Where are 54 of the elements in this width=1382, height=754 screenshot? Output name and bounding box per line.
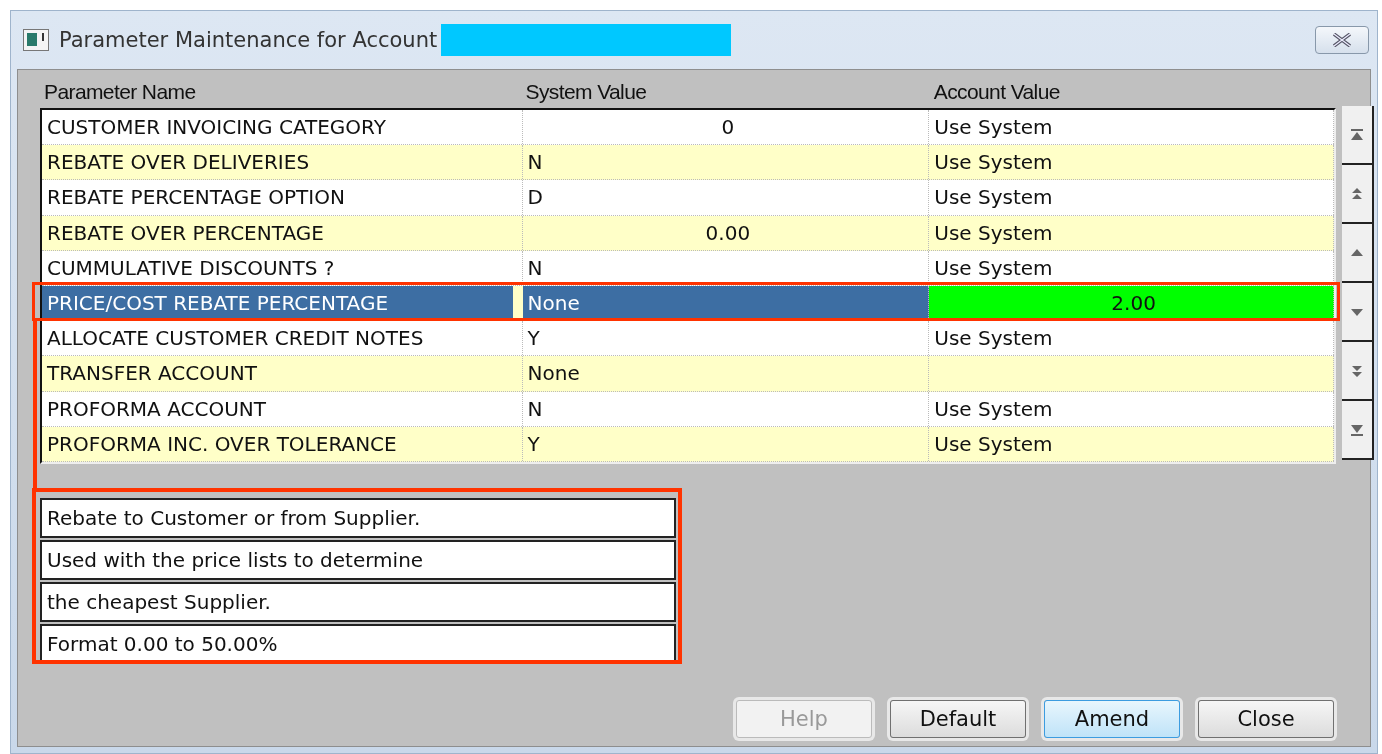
table-cell: D — [522, 180, 930, 215]
window-title: Parameter Maintenance for Account — [59, 28, 438, 52]
table-row[interactable]: TRANSFER ACCOUNT None — [42, 356, 1334, 392]
scroll-button[interactable] — [1342, 165, 1374, 224]
table-cell: 0.00 — [522, 215, 930, 250]
dialog-button[interactable]: Close — [1198, 700, 1334, 738]
double-down-arrow-icon — [1350, 363, 1364, 378]
table-cell: Use System — [929, 321, 1334, 356]
close-icon — [1331, 33, 1353, 47]
table-cell: Use System — [929, 426, 1334, 461]
table-cell: Use System — [929, 110, 1334, 145]
window-icon — [23, 29, 49, 51]
table-row[interactable]: CUSTOMER INVOICING CATEGORY 0 Use System — [42, 110, 1334, 146]
table-cell: REBATE OVER DELIVERIES — [42, 145, 523, 180]
dialog-button[interactable]: Amend — [1044, 700, 1180, 738]
table-row[interactable]: REBATE OVER DELIVERIES N Use System — [42, 145, 1334, 181]
down-arrow-icon — [1350, 422, 1364, 437]
table-cell: Use System — [929, 180, 1334, 215]
column-header: Parameter Name — [43, 80, 197, 104]
table-row[interactable]: ALLOCATE CUSTOMER CREDIT NOTES Y Use System — [42, 321, 1334, 357]
scroll-button[interactable] — [1342, 224, 1374, 283]
table-cell: Use System — [929, 215, 1334, 250]
table-cell: Y — [522, 426, 930, 461]
column-header: System Value — [524, 80, 648, 104]
table-cell: REBATE PERCENTAGE OPTION — [42, 180, 523, 215]
up-arrow-icon — [1350, 127, 1364, 142]
scroll-button[interactable] — [1342, 106, 1374, 165]
table-row[interactable]: PROFORMA INC. OVER TOLERANCE Y Use System — [42, 426, 1334, 462]
table-cell: Use System — [929, 391, 1334, 426]
table-cell: PROFORMA ACCOUNT — [42, 391, 523, 426]
table-cell: CUSTOMER INVOICING CATEGORY — [42, 110, 523, 145]
table-cell: CUMMULATIVE DISCOUNTS ? — [42, 250, 523, 285]
table-cell: PROFORMA INC. OVER TOLERANCE — [42, 426, 523, 461]
table-cell: REBATE OVER PERCENTAGE — [42, 215, 523, 250]
table-row[interactable]: PROFORMA ACCOUNT N Use System — [42, 391, 1334, 427]
scroll-button[interactable] — [1342, 283, 1374, 342]
table-cell: Use System — [929, 250, 1334, 285]
table-cell: ALLOCATE CUSTOMER CREDIT NOTES — [42, 321, 523, 356]
scroll-button[interactable] — [1342, 401, 1374, 460]
table-row[interactable]: REBATE PERCENTAGE OPTION D Use System — [42, 180, 1334, 216]
column-header: Account Value — [932, 80, 1061, 104]
table-cell: 0 — [522, 110, 930, 145]
table-cell: None — [522, 356, 930, 391]
table-cell: N — [522, 391, 930, 426]
table-cell: TRANSFER ACCOUNT — [42, 356, 523, 391]
table-cell: N — [522, 145, 930, 180]
dialog-button[interactable]: Default — [890, 700, 1026, 738]
scroll-button[interactable] — [1342, 342, 1374, 401]
table-cell: Use System — [929, 145, 1334, 180]
close-button[interactable] — [1315, 26, 1369, 54]
table-cell: N — [522, 250, 930, 285]
table-cell: Y — [522, 321, 930, 356]
table-row[interactable]: REBATE OVER PERCENTAGE 0.00 Use System — [42, 215, 1334, 251]
double-up-arrow-icon — [1350, 186, 1364, 201]
